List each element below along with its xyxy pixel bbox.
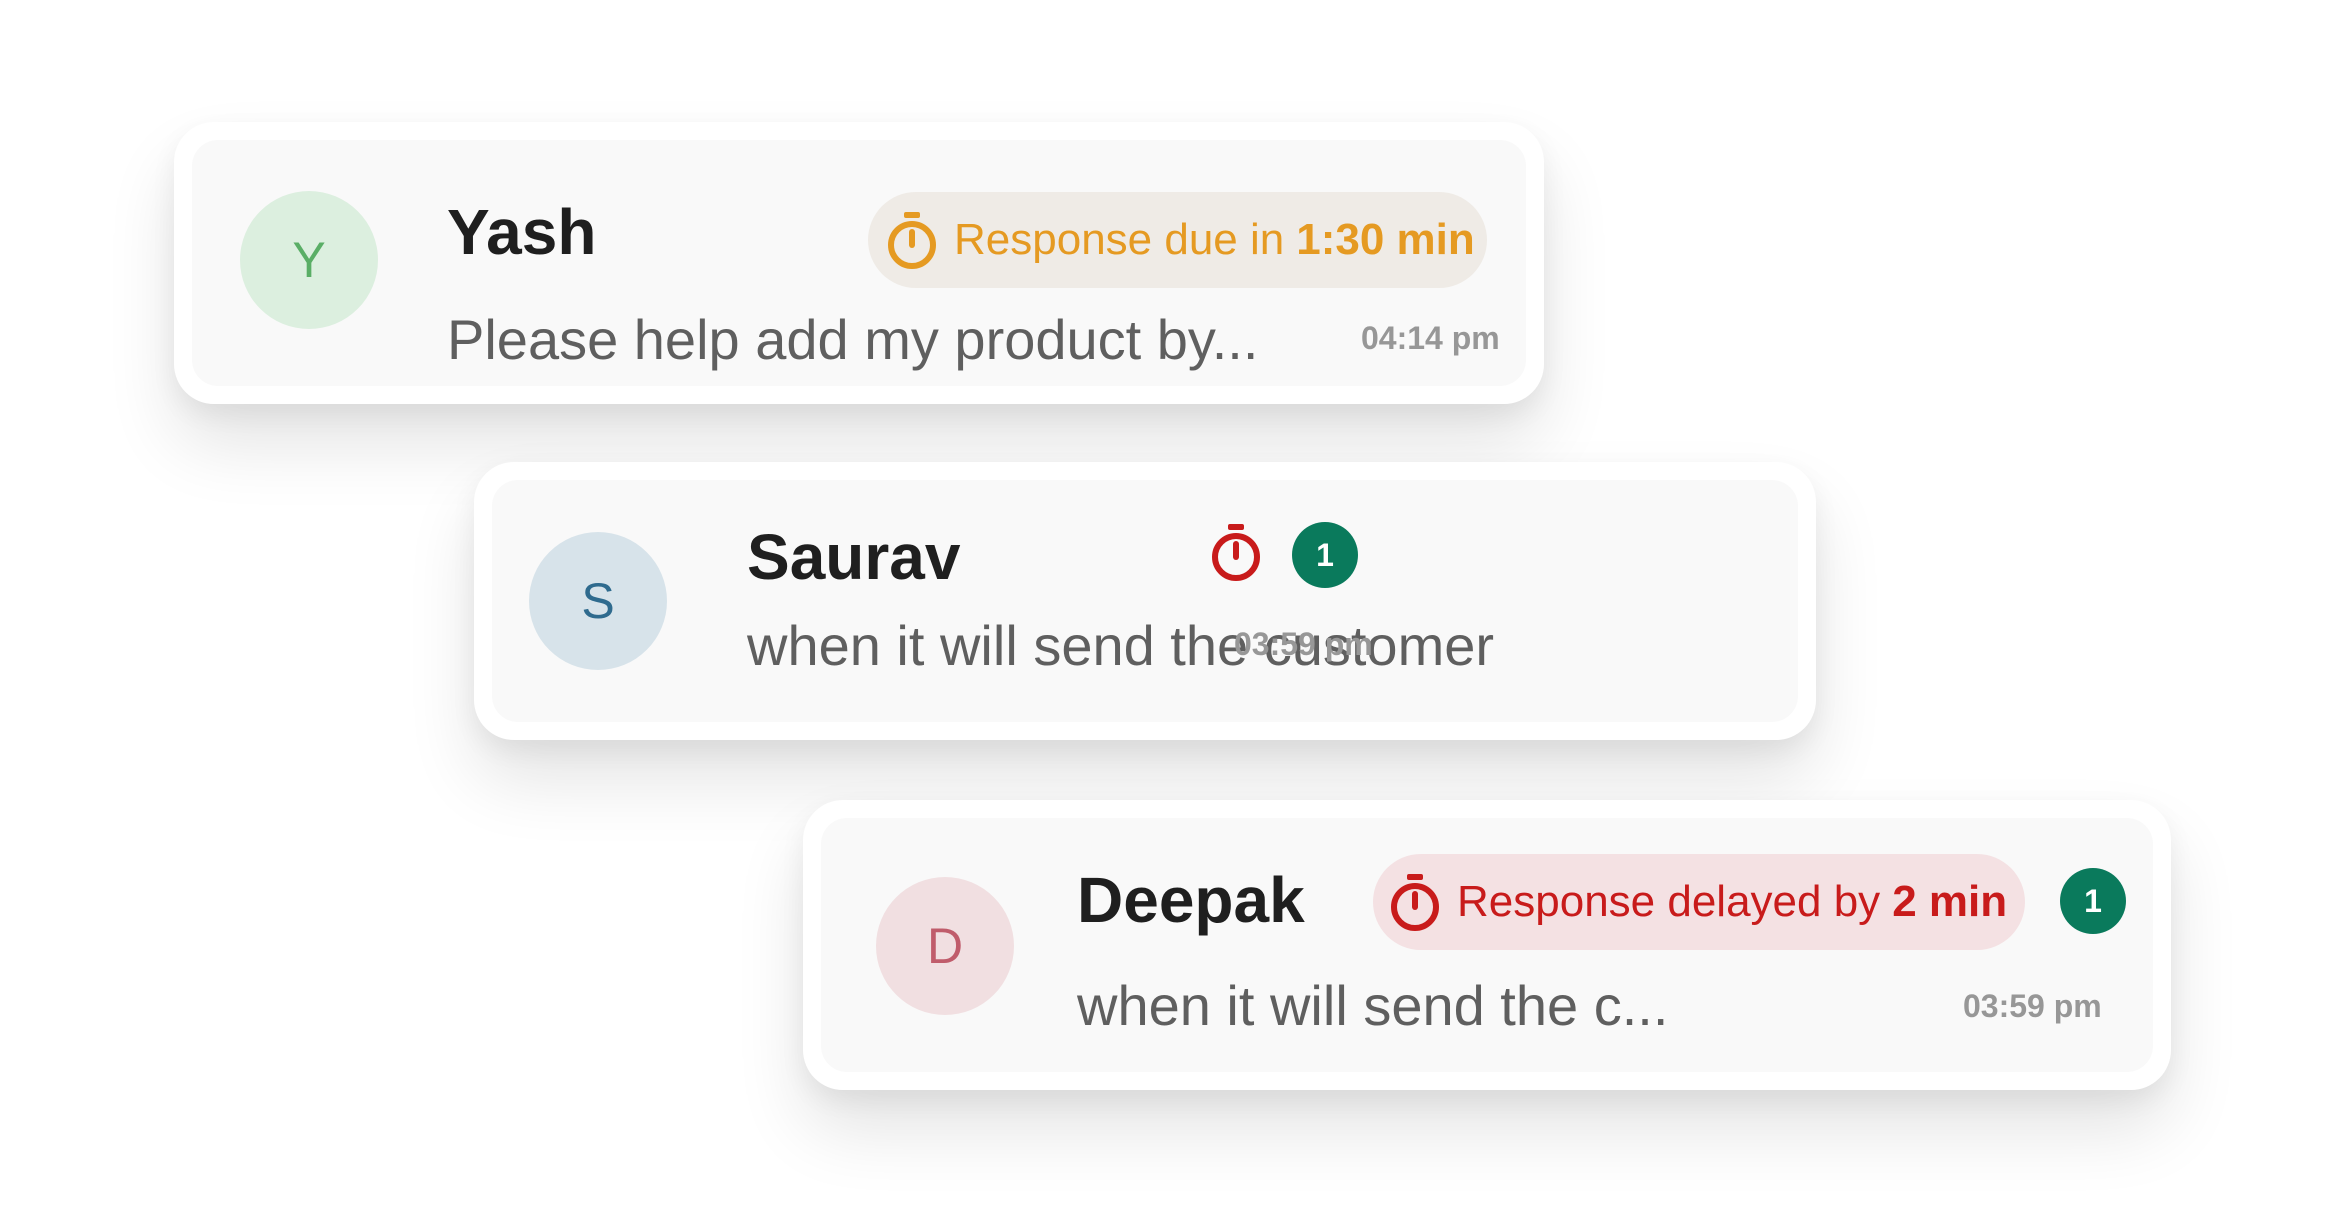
message-preview: when it will send the customer [747,614,1495,677]
avatar: Y [240,191,378,329]
avatar: D [876,877,1014,1015]
contact-name: Saurav [747,521,961,593]
contact-name: Yash [447,196,597,268]
message-preview: when it will send the c... [1077,974,1669,1037]
response-due-time: 1:30 min [1296,215,1475,264]
response-delayed-time: 2 min [1892,877,2008,926]
unread-count-badge: 1 [2060,868,2126,934]
stopwatch-icon [1387,872,1443,932]
avatar-initial: D [926,918,964,974]
stopwatch-icon [884,210,940,270]
conversation-card-body: S Saurav 1 when it will send the custome… [492,480,1798,722]
conversation-card-saurav[interactable]: S Saurav 1 when it will send the custome… [474,462,1816,740]
message-time: 03:59 pm [1234,626,1373,662]
stopwatch-icon [1208,522,1264,582]
response-due-badge: Response due in 1:30 min [868,192,1487,288]
response-delayed-badge: Response delayed by 2 min [1373,854,2026,950]
message-time: 03:59 pm [1963,988,2102,1024]
response-delayed-text: Response delayed by [1457,877,1881,926]
conversation-card-deepak[interactable]: D Deepak Response delayed by 2 min 1 whe… [803,800,2171,1090]
conversation-card-body: D Deepak Response delayed by 2 min 1 whe… [821,818,2153,1072]
unread-count-badge: 1 [1292,522,1358,588]
contact-name: Deepak [1077,864,1305,936]
conversation-card-yash[interactable]: Y Yash Response due in 1:30 min Please h… [174,122,1544,404]
avatar-initial: Y [292,232,326,288]
avatar: S [529,532,667,670]
message-time: 04:14 pm [1361,320,1500,356]
message-preview: Please help add my product by... [447,308,1259,371]
avatar-initial: S [581,573,615,629]
conversation-card-body: Y Yash Response due in 1:30 min Please h… [192,140,1526,386]
response-due-text: Response due in [954,215,1285,264]
